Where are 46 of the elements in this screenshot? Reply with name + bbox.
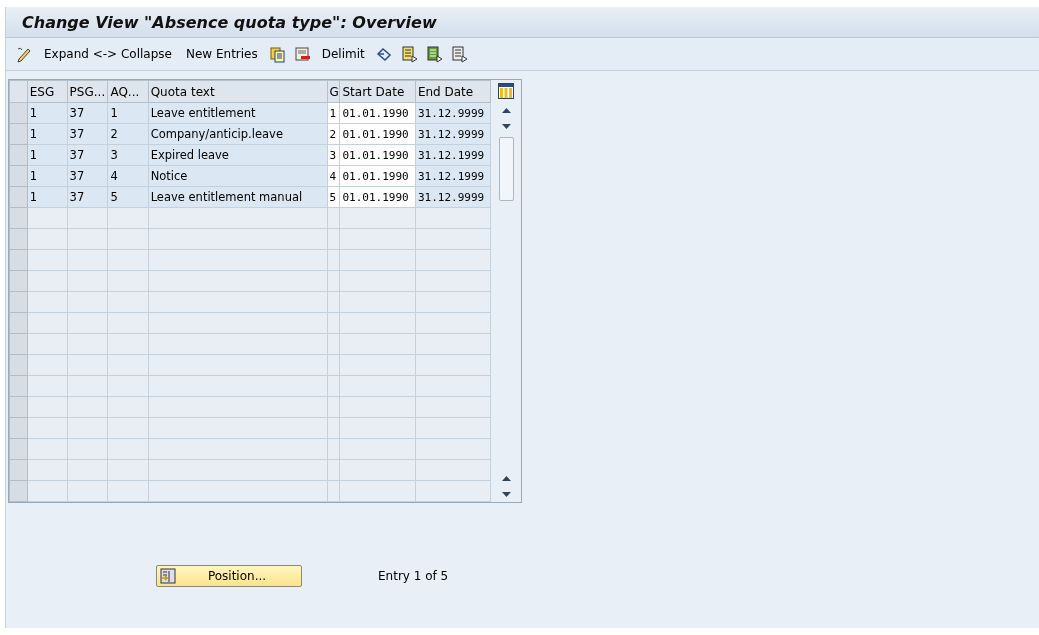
row-selector[interactable] <box>9 228 28 250</box>
row-selector[interactable] <box>9 459 28 481</box>
row-selector[interactable] <box>9 207 28 229</box>
row-selector[interactable] <box>9 123 28 145</box>
row-selector[interactable] <box>9 312 28 334</box>
pencil-icon <box>16 45 33 63</box>
row-selector[interactable] <box>9 249 28 271</box>
row-selector[interactable] <box>9 375 28 397</box>
table-settings-icon <box>498 83 515 99</box>
row-selector[interactable] <box>9 270 28 292</box>
column-header[interactable]: End Date <box>415 80 491 103</box>
row-selector[interactable] <box>9 396 28 418</box>
copy-icon <box>268 45 286 63</box>
row-selector[interactable] <box>9 186 28 208</box>
row-selector[interactable] <box>9 165 28 187</box>
arrow-up-icon <box>501 475 511 481</box>
row-selector[interactable] <box>9 144 28 166</box>
arrow-down-icon <box>501 123 511 129</box>
row-selector[interactable] <box>9 291 28 313</box>
column-header[interactable]: ESG <box>27 80 68 103</box>
position-button[interactable]: Position... <box>156 565 302 587</box>
select-all-cell[interactable] <box>9 80 28 103</box>
delete-row-icon <box>293 45 311 63</box>
row-selector[interactable] <box>9 480 28 502</box>
row-selector[interactable] <box>9 333 28 355</box>
column-header[interactable]: Quota text <box>148 80 327 103</box>
row-selector[interactable] <box>9 102 28 124</box>
list-arrow-icon <box>400 45 418 63</box>
undo-icon <box>375 45 393 63</box>
position-icon <box>160 568 176 584</box>
toolbar-button[interactable]: Expand <-> Collapse <box>39 43 177 65</box>
list-arrow-icon <box>450 45 468 63</box>
list-arrow-icon <box>425 45 443 63</box>
toolbar-button[interactable]: Delimit <box>316 43 370 65</box>
toolbar-button[interactable]: New Entries <box>180 43 263 65</box>
row-selector[interactable] <box>9 417 28 439</box>
row-selector[interactable] <box>9 354 28 376</box>
scroll-thumb[interactable] <box>498 137 514 201</box>
arrow-down-icon <box>501 491 511 497</box>
arrow-up-icon <box>501 107 511 113</box>
column-header[interactable]: PSG... <box>67 80 108 103</box>
entry-info: Entry 1 of 5 <box>378 569 449 583</box>
window-title: Change View "Absence quota type": Overview <box>22 12 437 32</box>
column-header[interactable]: AQ... <box>107 80 149 103</box>
row-selector[interactable] <box>9 438 28 460</box>
column-header[interactable]: Start Date <box>339 80 416 103</box>
